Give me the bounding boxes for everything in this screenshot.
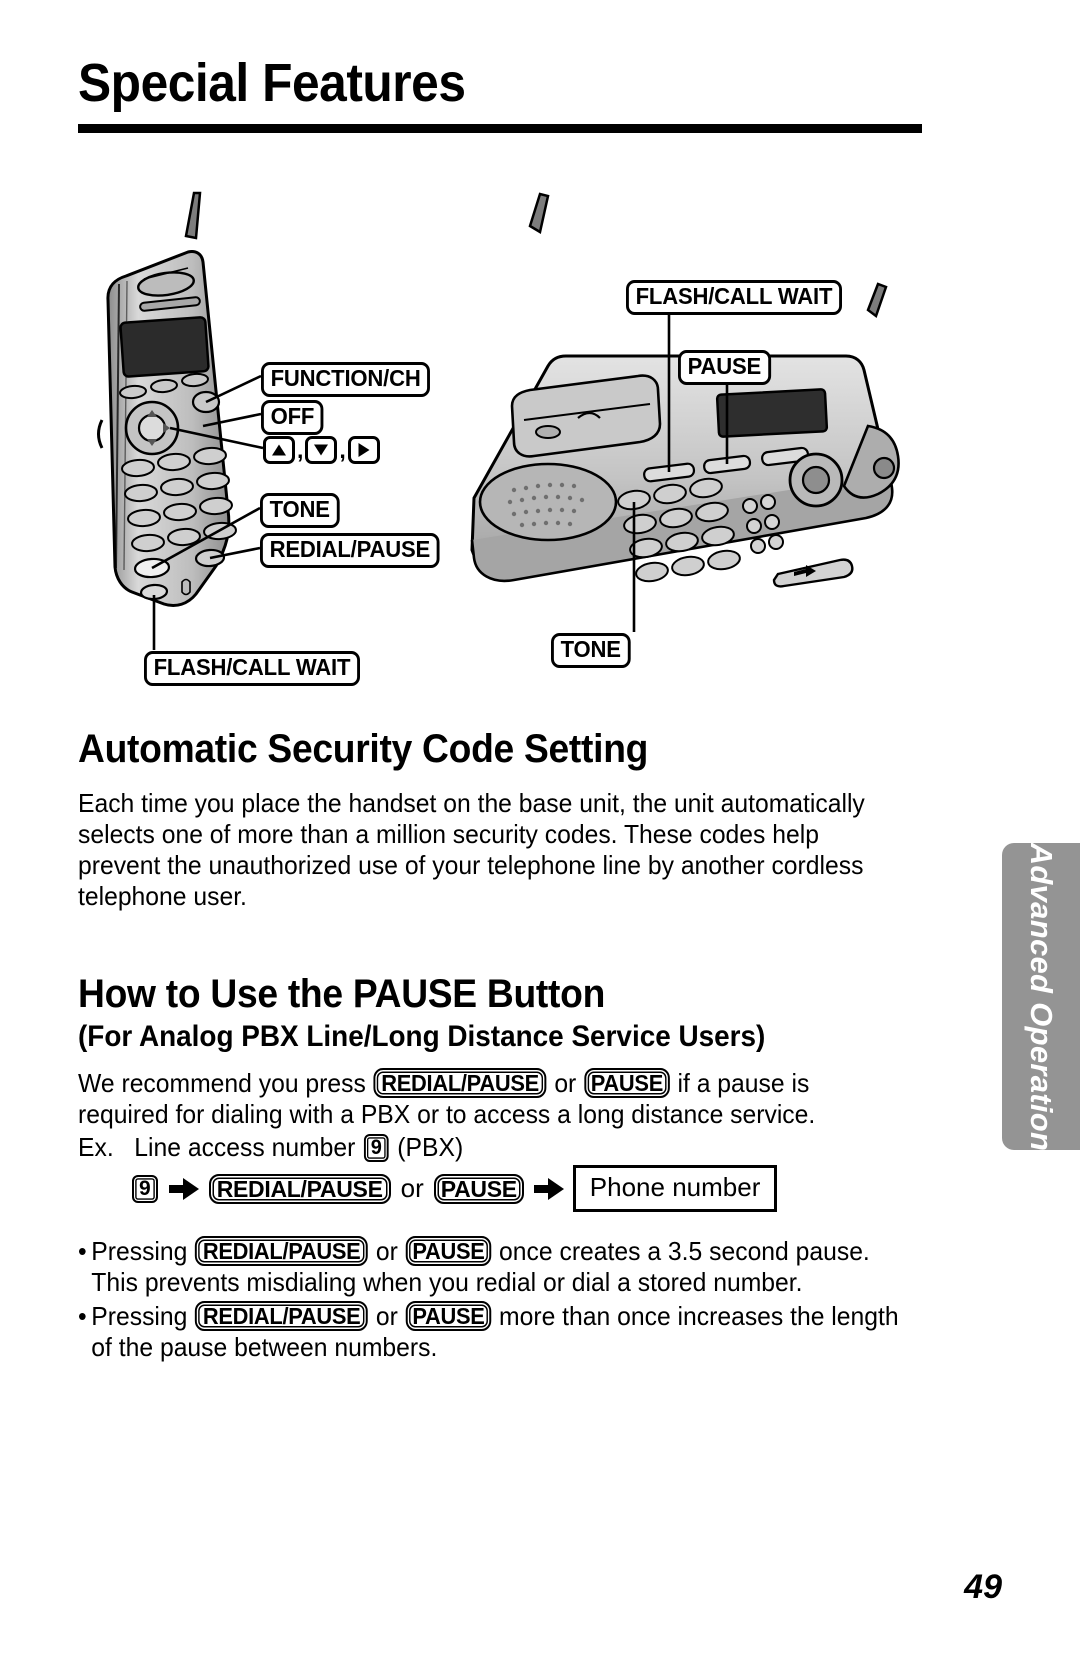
nav-sep-1: , [297, 436, 304, 463]
label-flash-call-wait-base: FLASH/CALL WAIT [626, 280, 842, 315]
para-text-before: We recommend you press [78, 1068, 366, 1098]
section2-paragraph-line: We recommend you press REDIAL/PAUSE or P… [78, 1068, 895, 1130]
label-nav-keys: , , [263, 436, 380, 464]
bullet-2-key-redial-pause: REDIAL/PAUSE [195, 1301, 369, 1331]
bullet-1-or: or [375, 1236, 398, 1266]
page-title: Special Features [78, 53, 466, 113]
list-item: • Pressing REDIAL/PAUSE or PAUSE more th… [78, 1301, 903, 1363]
key-pause-inline-1: PAUSE [584, 1068, 670, 1098]
example-text-1: Line access number [134, 1132, 356, 1162]
flow-key-pause: PAUSE [433, 1173, 524, 1204]
bullet-2-or: or [375, 1301, 398, 1331]
section-tab-label: Advanced Operation [1024, 842, 1059, 1151]
product-diagram: FUNCTION/CH OFF , , TONE REDIAL/PAUSE FL… [78, 180, 938, 690]
bullet-1-text-before: Pressing [91, 1236, 188, 1266]
bullet-1-key-redial-pause: REDIAL/PAUSE [195, 1236, 369, 1266]
nav-sep-2: , [339, 436, 346, 463]
key-redial-pause-inline-1: REDIAL/PAUSE [373, 1068, 547, 1098]
flow-key-redial-pause: REDIAL/PAUSE [208, 1173, 391, 1204]
flow-phone-number-box: Phone number [572, 1165, 778, 1212]
bullet-marker: • [78, 1301, 87, 1331]
label-tone-handset: TONE [260, 493, 340, 528]
label-pause-base: PAUSE [678, 350, 771, 385]
label-redial-pause-handset: REDIAL/PAUSE [260, 533, 440, 568]
bullet-2-text-before: Pressing [91, 1301, 188, 1331]
triangle-right-icon [347, 436, 380, 464]
pause-notes-list: • Pressing REDIAL/PAUSE or PAUSE once cr… [78, 1236, 903, 1366]
phone-illustration [97, 191, 900, 650]
arrow-right-icon [168, 1177, 199, 1200]
arrow-right-icon [533, 1177, 564, 1200]
flow-key-nine: 9 [132, 1174, 158, 1203]
bullet-1-key-pause: PAUSE [405, 1236, 492, 1266]
pause-flow-diagram: 9 REDIAL/PAUSE or PAUSE Phone number [130, 1165, 778, 1212]
subheading-analog-pbx: (For Analog PBX Line/Long Distance Servi… [78, 1020, 766, 1053]
label-flash-call-wait-handset: FLASH/CALL WAIT [144, 651, 360, 686]
key-nine-inline: 9 [364, 1134, 389, 1162]
section1-paragraph: Each time you place the handset on the b… [78, 788, 895, 912]
handset-graphic [97, 191, 237, 608]
manual-page: Special Features FUNCTION/CH OFF , , TON… [0, 0, 1080, 1669]
label-tone-base: TONE [551, 633, 631, 668]
heading-automatic-security-code-setting: Automatic Security Code Setting [78, 727, 649, 771]
section2-paragraph: We recommend you press REDIAL/PAUSE or P… [78, 1068, 895, 1164]
title-divider [78, 124, 922, 133]
heading-how-to-use-pause-button: How to Use the PAUSE Button [78, 972, 606, 1016]
page-number: 49 [964, 1568, 1002, 1606]
bullet-2-key-pause: PAUSE [405, 1301, 492, 1331]
triangle-up-icon [263, 436, 295, 464]
base-unit-graphic [470, 192, 900, 588]
flow-or: or [400, 1173, 424, 1203]
example-prefix: Ex. [78, 1132, 114, 1162]
list-item: • Pressing REDIAL/PAUSE or PAUSE once cr… [78, 1236, 903, 1298]
triangle-down-icon [305, 436, 338, 464]
bullet-marker: • [78, 1236, 87, 1266]
para-or-1: or [554, 1068, 577, 1098]
section-tab-advanced-operation: Advanced Operation [1002, 842, 1080, 1151]
label-function-ch: FUNCTION/CH [261, 362, 431, 397]
section1-paragraph-text: Each time you place the handset on the b… [78, 788, 865, 911]
example-text-2: (PBX) [397, 1132, 464, 1162]
label-off: OFF [261, 400, 324, 435]
example-line: Ex. Line access number 9 (PBX) [78, 1132, 895, 1164]
